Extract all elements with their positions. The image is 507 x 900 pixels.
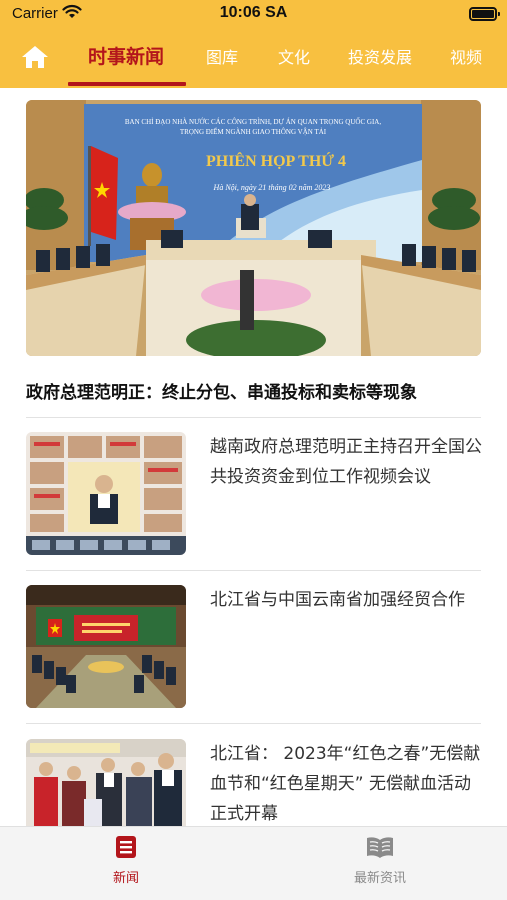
battery-icon xyxy=(469,7,500,21)
book-icon xyxy=(365,835,395,863)
divider xyxy=(26,723,481,724)
hero-article-title[interactable]: 政府总理范明正：终止分包、串通投标和卖标等现象 xyxy=(26,378,486,403)
banner-date: Hà Nội, ngày 21 tháng 02 năm 2023 xyxy=(213,183,331,192)
article-title[interactable]: 北江省与中国云南省加强经贸合作 xyxy=(210,585,485,615)
divider xyxy=(26,417,481,418)
tab-news[interactable]: 新闻 xyxy=(66,835,186,886)
status-bar: Carrier 10:06 SA xyxy=(0,0,507,30)
tab-latest-updates-label: 最新资讯 xyxy=(353,871,406,886)
tab-culture[interactable]: 文化 xyxy=(278,44,310,68)
tab-latest-updates[interactable]: 最新资讯 xyxy=(320,835,440,886)
tab-news-label: 新闻 xyxy=(112,871,139,886)
news-icon xyxy=(114,835,138,863)
category-nav: 时事新闻 图库 文化 投资发展 视频 xyxy=(0,30,507,88)
banner-title: PHIÊN HỌP THỨ 4 xyxy=(206,151,346,170)
hero-article-image[interactable]: BAN CHỈ ĐẠO NHÀ NƯỚC CÁC CÔNG TRÌNH, DỰ … xyxy=(26,100,481,356)
tab-gallery[interactable]: 图库 xyxy=(206,44,238,68)
top-bar: Carrier 10:06 SA 时事新闻 图库 文化 投资发展 视频 xyxy=(0,0,507,88)
divider xyxy=(26,570,481,571)
banner-line2: TRỌNG ĐIỂM NGÀNH GIAO THÔNG VẬN TẢI xyxy=(180,128,327,136)
bottom-tab-bar: 新闻 最新资讯 xyxy=(0,826,507,900)
active-tab-indicator xyxy=(68,82,186,86)
article-thumbnail[interactable] xyxy=(26,739,186,829)
article-thumbnail[interactable] xyxy=(26,432,186,555)
article-title[interactable]: 北江省： 2023年“红色之春”无偿献血节和“红色星期天” 无偿献血活动正式开幕 xyxy=(210,739,485,829)
tab-video[interactable]: 视频 xyxy=(450,44,482,68)
tab-current-news[interactable]: 时事新闻 xyxy=(88,42,164,69)
home-icon[interactable] xyxy=(20,44,50,70)
status-time: 10:06 SA xyxy=(219,4,288,21)
article-title[interactable]: 越南政府总理范明正主持召开全国公共投资资金到位工作视频会议 xyxy=(210,432,485,492)
banner-line1: BAN CHỈ ĐẠO NHÀ NƯỚC CÁC CÔNG TRÌNH, DỰ … xyxy=(125,118,381,126)
tab-investment[interactable]: 投资发展 xyxy=(348,44,412,68)
article-thumbnail[interactable] xyxy=(26,585,186,708)
